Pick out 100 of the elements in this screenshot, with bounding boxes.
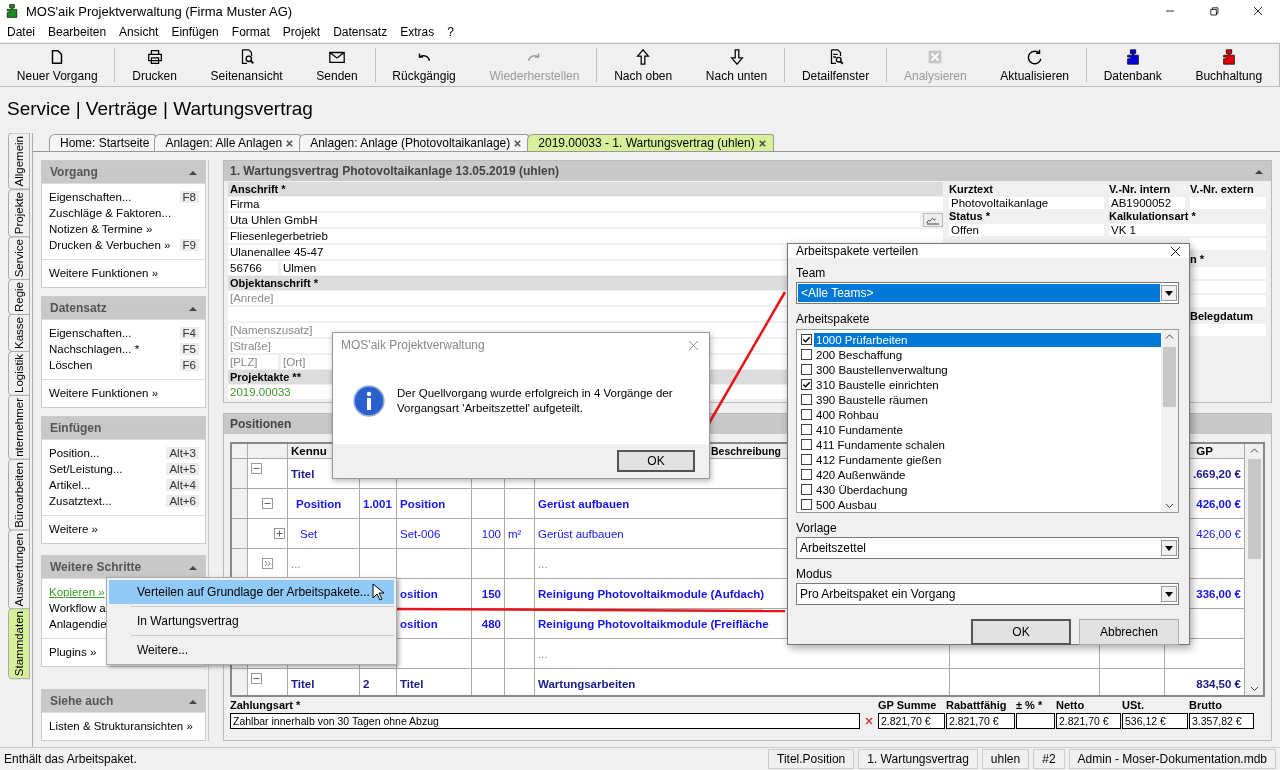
sidebar-link[interactable]: Zuschläge & Faktoren... bbox=[49, 207, 172, 219]
input-field[interactable] bbox=[1190, 295, 1266, 307]
input-field[interactable]: Uta Uhlen GmbH bbox=[228, 213, 920, 227]
toolbar-button[interactable]: Seitenansicht bbox=[193, 44, 300, 86]
list-item[interactable]: 420 Außenwände bbox=[814, 467, 1161, 482]
side-tab[interactable]: Auswertungen bbox=[8, 529, 30, 610]
sidebar-link[interactable]: Zusatztext... bbox=[49, 495, 112, 507]
checkbox[interactable] bbox=[801, 364, 812, 375]
caret-icon[interactable] bbox=[189, 698, 197, 704]
toolbar-button[interactable]: Nach oben bbox=[597, 44, 689, 86]
checkbox[interactable] bbox=[801, 499, 812, 510]
checkbox[interactable] bbox=[801, 334, 812, 345]
menu-item[interactable]: Verteilen auf Grundlage der Arbeitspakete... bbox=[109, 580, 394, 604]
sidebar-link[interactable]: Weitere » bbox=[49, 523, 98, 535]
checkbox[interactable] bbox=[801, 439, 812, 450]
toolbar-button[interactable]: Aktualisieren bbox=[983, 44, 1086, 86]
input-field[interactable]: [PLZ] bbox=[228, 355, 278, 369]
sidebar-link[interactable]: Eigenschaften... bbox=[49, 191, 132, 203]
caret-icon[interactable] bbox=[1255, 168, 1263, 174]
ok-button[interactable]: OK bbox=[617, 450, 695, 472]
sidebar-link[interactable]: Workflow a bbox=[49, 602, 106, 614]
menu-item[interactable]: Datei bbox=[7, 25, 35, 39]
dropdown[interactable]: Pro Arbeitspaket ein Vorgang bbox=[796, 583, 1179, 605]
sidebar-link[interactable]: Drucken & Verbuchen » bbox=[49, 239, 171, 251]
expand-icon[interactable] bbox=[274, 528, 285, 539]
menu-item[interactable]: Ansicht bbox=[119, 25, 159, 39]
menu-item[interactable]: ? bbox=[447, 25, 454, 39]
side-tab[interactable]: nternehmer bbox=[8, 395, 30, 460]
side-tab[interactable]: Logistik bbox=[8, 351, 30, 397]
checkbox[interactable] bbox=[801, 454, 812, 465]
sidebar-link[interactable]: Weitere Funktionen » bbox=[49, 387, 159, 399]
menu-item[interactable]: Bearbeiten bbox=[48, 25, 107, 39]
chevron-down-icon[interactable] bbox=[1165, 502, 1174, 508]
input-field[interactable]: Fliesenlegerbetrieb bbox=[228, 229, 943, 243]
input-field[interactable] bbox=[1016, 713, 1055, 729]
chevron-up-icon[interactable] bbox=[1249, 448, 1259, 454]
sidebar-link[interactable]: Plugins » bbox=[49, 646, 97, 658]
collapse-icon[interactable] bbox=[251, 673, 262, 684]
menu-item[interactable]: Extras bbox=[400, 25, 435, 39]
close-icon[interactable] bbox=[757, 138, 767, 148]
toolbar-button[interactable]: Detailfenster bbox=[785, 44, 887, 86]
caret-icon[interactable] bbox=[1161, 285, 1177, 301]
toolbar-button[interactable]: Neuer Vorgang bbox=[0, 44, 115, 86]
input-field[interactable]: Photovoltaikanlage bbox=[949, 197, 1104, 209]
sidebar-link[interactable]: Kopieren » bbox=[49, 586, 105, 598]
toolbar-button[interactable]: Nach unten bbox=[689, 44, 785, 86]
checkbox[interactable] bbox=[801, 394, 812, 405]
menu-item[interactable]: Projekt bbox=[282, 25, 321, 39]
input-field[interactable]: Firma bbox=[228, 197, 943, 211]
input-field[interactable]: 2.821,70 € bbox=[878, 713, 945, 729]
document-tab[interactable]: Anlagen: Anlage (Photovoltaikanlage) bbox=[299, 134, 530, 151]
menu-item[interactable]: Weitere... bbox=[109, 638, 394, 662]
chevron-down-icon[interactable] bbox=[1249, 685, 1259, 691]
caret-icon[interactable] bbox=[189, 305, 197, 311]
list-item[interactable]: 200 Beschaffung bbox=[814, 347, 1161, 362]
caret-icon[interactable] bbox=[1161, 540, 1177, 556]
sidebar-link[interactable]: Eigenschaften... bbox=[49, 327, 132, 339]
side-tab[interactable]: Kasse bbox=[8, 314, 30, 353]
sidebar-link[interactable]: Nachschlagen... * bbox=[49, 343, 140, 355]
list-item[interactable]: 400 Rohbau bbox=[814, 407, 1161, 422]
checkbox[interactable] bbox=[801, 469, 812, 480]
side-tab[interactable]: Service bbox=[8, 235, 30, 281]
sidebar-link[interactable]: Notizen & Termine » bbox=[49, 223, 153, 235]
input-field[interactable]: VK 1 bbox=[1109, 224, 1266, 236]
sidebar-link[interactable]: Weitere Funktionen » bbox=[49, 267, 159, 279]
side-tab[interactable]: Regie bbox=[8, 279, 30, 316]
list-item[interactable]: 390 Baustelle räumen bbox=[814, 392, 1161, 407]
checkbox[interactable] bbox=[801, 484, 812, 495]
document-tab[interactable]: 2019.00033 - 1. Wartungsvertrag (uhlen) bbox=[527, 134, 774, 151]
document-tab[interactable]: Anlagen: Alle Anlagen bbox=[154, 134, 302, 151]
cancel-button[interactable]: Abbrechen bbox=[1079, 619, 1179, 645]
list-item[interactable]: 1000 Prüfarbeiten bbox=[814, 332, 1161, 347]
chevron-up-icon[interactable] bbox=[1165, 334, 1174, 340]
caret-icon[interactable] bbox=[1161, 586, 1177, 602]
close-icon[interactable] bbox=[513, 138, 523, 148]
scrollbar[interactable] bbox=[1161, 330, 1178, 512]
sidebar-link[interactable]: Artikel... bbox=[49, 479, 91, 491]
ok-button[interactable]: OK bbox=[971, 619, 1071, 645]
sidebar-link[interactable]: Set/Leistung... bbox=[49, 463, 123, 475]
input-field[interactable] bbox=[1190, 238, 1266, 250]
toolbar-button[interactable]: Drucken bbox=[115, 44, 194, 86]
input-field[interactable]: Offen bbox=[949, 224, 1104, 236]
input-field[interactable] bbox=[1190, 267, 1266, 279]
sidebar-link[interactable]: Anlagendie bbox=[49, 618, 107, 630]
document-tab[interactable]: Home: Startseite bbox=[49, 134, 157, 151]
input-field[interactable]: Zahlbar innerhalb von 30 Tagen ohne Abzug bbox=[230, 713, 860, 729]
input-field[interactable]: AB1900052 bbox=[1109, 197, 1185, 209]
side-tab[interactable]: Stammdaten bbox=[8, 608, 30, 680]
input-field[interactable]: 56766 bbox=[228, 261, 278, 275]
collapse-icon[interactable] bbox=[251, 463, 262, 474]
checkbox[interactable] bbox=[801, 349, 812, 360]
scrollbar[interactable] bbox=[1245, 444, 1263, 695]
toolbar-button[interactable]: Buchhaltung bbox=[1178, 44, 1279, 86]
side-tab[interactable]: Projekte bbox=[8, 188, 30, 237]
sidebar-link[interactable]: Listen & Strukturansichten » bbox=[49, 720, 193, 732]
input-field[interactable] bbox=[1190, 324, 1266, 336]
menu-item[interactable]: Datensatz bbox=[333, 25, 388, 39]
close-icon[interactable] bbox=[285, 138, 295, 148]
close-icon[interactable] bbox=[1170, 245, 1181, 257]
dropdown[interactable]: <Alle Teams> bbox=[796, 282, 1179, 304]
